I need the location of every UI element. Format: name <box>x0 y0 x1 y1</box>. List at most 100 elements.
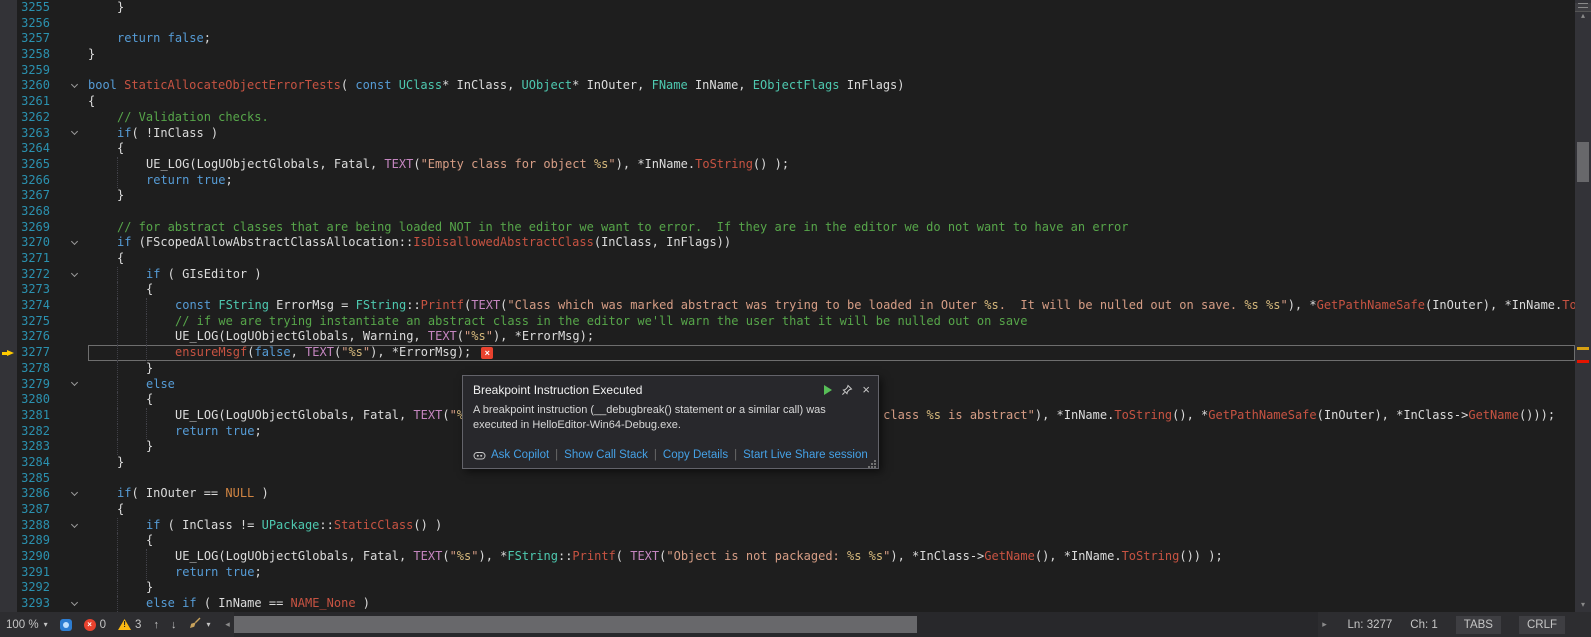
breakpoint-margin[interactable] <box>0 502 17 518</box>
code-line[interactable]: 3291return true; <box>0 565 1575 581</box>
code-text[interactable]: // Validation checks. <box>88 110 1575 126</box>
code-text[interactable]: } <box>88 580 1575 596</box>
code-line[interactable]: 3263if( !InClass ) <box>0 126 1575 142</box>
fold-toggle[interactable] <box>60 596 88 612</box>
code-text[interactable]: ensureMsgf(false, TEXT("%s"), *ErrorMsg)… <box>88 345 1575 361</box>
code-text[interactable]: { <box>88 251 1575 267</box>
code-text[interactable] <box>88 471 1575 487</box>
code-line[interactable]: 3267} <box>0 188 1575 204</box>
breakpoint-margin[interactable] <box>0 0 17 16</box>
breakpoint-margin[interactable] <box>0 173 17 189</box>
breakpoint-margin[interactable] <box>0 424 17 440</box>
code-line[interactable]: 3270if (FScopedAllowAbstractClassAllocat… <box>0 235 1575 251</box>
code-text[interactable]: if( InOuter == NULL ) <box>88 486 1575 502</box>
column-indicator[interactable]: Ch: 1 <box>1410 619 1438 631</box>
fold-toggle[interactable] <box>60 235 88 251</box>
line-indicator[interactable]: Ln: 3277 <box>1348 619 1393 631</box>
breakpoint-margin[interactable] <box>0 267 17 283</box>
breakpoint-margin[interactable] <box>0 220 17 236</box>
code-line[interactable]: 3272if ( GIsEditor ) <box>0 267 1575 283</box>
code-line[interactable]: 3261{ <box>0 94 1575 110</box>
horizontal-scrollbar-thumb[interactable] <box>234 616 916 633</box>
breakpoint-margin[interactable] <box>0 580 17 596</box>
breakpoint-margin[interactable] <box>0 47 17 63</box>
code-text[interactable] <box>88 204 1575 220</box>
zoom-control[interactable]: 100 % ▾ <box>6 619 48 631</box>
fold-toggle[interactable] <box>60 377 88 393</box>
code-cleanup-button[interactable]: ▾ <box>188 616 210 633</box>
breakpoint-margin[interactable] <box>0 486 17 502</box>
code-text[interactable]: UE_LOG(LogUObjectGlobals, Fatal, TEXT("%… <box>88 549 1575 565</box>
vertical-scrollbar[interactable]: ▴ ▾ <box>1575 0 1591 612</box>
fold-toggle[interactable] <box>60 486 88 502</box>
fold-toggle[interactable] <box>60 518 88 534</box>
code-text[interactable]: const FString ErrorMsg = FString::Printf… <box>88 298 1575 314</box>
code-text[interactable]: } <box>88 47 1575 63</box>
fold-toggle[interactable] <box>60 78 88 94</box>
code-text[interactable]: bool StaticAllocateObjectErrorTests( con… <box>88 78 1575 94</box>
code-text[interactable] <box>88 63 1575 79</box>
breakpoint-margin[interactable] <box>0 518 17 534</box>
code-text[interactable] <box>88 16 1575 32</box>
error-indicator[interactable]: × 0 <box>84 619 106 631</box>
code-text[interactable]: else if ( InName == NAME_None ) <box>88 596 1575 612</box>
code-text[interactable]: { <box>88 282 1575 298</box>
code-line[interactable]: 3271{ <box>0 251 1575 267</box>
breakpoint-margin[interactable] <box>0 157 17 173</box>
previous-issue-button[interactable]: ↑ <box>153 619 159 631</box>
warning-indicator[interactable]: ! 3 <box>118 619 141 631</box>
code-editor[interactable]: 3255}32563257return false;3258}32593260b… <box>0 0 1575 612</box>
breakpoint-margin[interactable] <box>0 204 17 220</box>
breakpoint-margin[interactable] <box>0 329 17 345</box>
breakpoint-margin[interactable] <box>0 78 17 94</box>
breakpoint-margin[interactable] <box>0 126 17 142</box>
document-health-icon[interactable] <box>60 619 72 631</box>
breakpoint-margin[interactable] <box>0 235 17 251</box>
code-text[interactable]: if (FScopedAllowAbstractClassAllocation:… <box>88 235 1575 251</box>
breakpoint-margin[interactable] <box>0 596 17 612</box>
code-line[interactable]: 3285 <box>0 471 1575 487</box>
ask-copilot-link[interactable]: Ask Copilot <box>491 449 549 461</box>
scroll-right-button[interactable]: ▸ <box>1318 619 1332 630</box>
code-text[interactable]: UE_LOG(LogUObjectGlobals, Fatal, TEXT("E… <box>88 157 1575 173</box>
breakpoint-margin[interactable] <box>0 110 17 126</box>
breakpoint-margin[interactable] <box>0 549 17 565</box>
code-text[interactable]: } <box>88 188 1575 204</box>
breakpoint-margin[interactable] <box>0 16 17 32</box>
code-line[interactable]: 3262// Validation checks. <box>0 110 1575 126</box>
copy-details-link[interactable]: Copy Details <box>663 449 728 461</box>
breakpoint-margin[interactable] <box>0 345 17 361</box>
code-line[interactable]: 3265UE_LOG(LogUObjectGlobals, Fatal, TEX… <box>0 157 1575 173</box>
breakpoint-margin[interactable] <box>0 455 17 471</box>
code-line[interactable]: 3257return false; <box>0 31 1575 47</box>
next-issue-button[interactable]: ↓ <box>171 619 177 631</box>
code-text[interactable]: // for abstract classes that are being l… <box>88 220 1575 236</box>
scroll-left-button[interactable]: ◂ <box>220 619 234 630</box>
code-text[interactable]: return true; <box>88 565 1575 581</box>
code-text[interactable]: if( !InClass ) <box>88 126 1575 142</box>
fold-toggle[interactable] <box>60 267 88 283</box>
code-text[interactable]: // if we are trying instantiate an abstr… <box>88 314 1575 330</box>
breakpoint-margin[interactable] <box>0 282 17 298</box>
close-icon[interactable]: × <box>862 384 870 396</box>
code-text[interactable]: { <box>88 141 1575 157</box>
tabs-indicator[interactable]: TABS <box>1456 616 1501 634</box>
breakpoint-margin[interactable] <box>0 31 17 47</box>
code-text[interactable]: UE_LOG(LogUObjectGlobals, Warning, TEXT(… <box>88 329 1575 345</box>
code-line[interactable]: 3256 <box>0 16 1575 32</box>
breakpoint-margin[interactable] <box>0 141 17 157</box>
breakpoint-margin[interactable] <box>0 314 17 330</box>
code-line[interactable]: 3264{ <box>0 141 1575 157</box>
breakpoint-margin[interactable] <box>0 298 17 314</box>
breakpoint-margin[interactable] <box>0 361 17 377</box>
breakpoint-margin[interactable] <box>0 377 17 393</box>
scroll-up-button[interactable]: ▴ <box>1575 11 1591 21</box>
breakpoint-margin[interactable] <box>0 439 17 455</box>
code-line[interactable]: 3288if ( InClass != UPackage::StaticClas… <box>0 518 1575 534</box>
breakpoint-margin[interactable] <box>0 392 17 408</box>
fold-toggle[interactable] <box>60 126 88 142</box>
code-line[interactable]: 3290UE_LOG(LogUObjectGlobals, Fatal, TEX… <box>0 549 1575 565</box>
continue-play-icon[interactable] <box>824 385 832 395</box>
eol-indicator[interactable]: CRLF <box>1519 616 1565 634</box>
breakpoint-margin[interactable] <box>0 94 17 110</box>
